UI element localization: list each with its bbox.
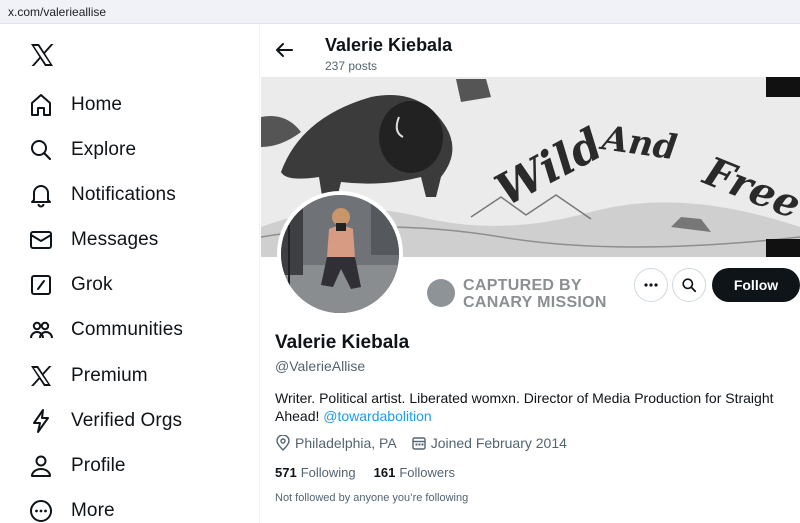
page-title: Valerie Kiebala: [325, 35, 453, 55]
search-icon: [31, 140, 52, 161]
not-followed-note: Not followed by anyone you’re following: [275, 492, 469, 504]
followers-count: 161: [373, 465, 396, 480]
sidebar-item-communities[interactable]: Communities: [18, 310, 248, 350]
profile-main: Valerie Kiebala 237 posts Wild And Free: [261, 25, 800, 523]
browser-address-bar[interactable]: x.com/valerieallise: [0, 0, 800, 24]
url-text[interactable]: x.com/valerieallise: [8, 5, 106, 19]
sidebar-item-notifications[interactable]: Notifications: [18, 175, 248, 215]
sidebar-item-label: Verified Orgs: [71, 410, 183, 431]
person-icon: [31, 455, 51, 477]
people-icon: [30, 321, 53, 339]
post-count: 237 posts: [325, 59, 378, 73]
canary-bird-icon: [427, 279, 455, 307]
sidebar-item-more[interactable]: More: [18, 491, 248, 523]
bell-icon: [31, 185, 51, 208]
sidebar-item-label: Messages: [71, 229, 159, 250]
profile-name: Valerie Kiebala: [275, 332, 410, 353]
followers-label: Followers: [399, 465, 455, 480]
sidebar-item-home[interactable]: Home: [18, 85, 248, 125]
grok-icon: [31, 275, 51, 295]
sidebar-item-verified-orgs[interactable]: Verified Orgs: [18, 401, 248, 441]
ellipsis-icon: [644, 283, 658, 287]
profile-handle: @ValerieAllise: [275, 358, 366, 374]
canary-mission-watermark: CAPTURED BY CANARY MISSION: [427, 275, 627, 313]
avatar[interactable]: [277, 191, 403, 317]
x-logo-icon: [31, 366, 52, 386]
more-options-button[interactable]: [634, 268, 668, 302]
back-arrow-icon[interactable]: [273, 39, 295, 61]
profile-header-bar: Valerie Kiebala 237 posts: [261, 25, 800, 77]
location-pin-icon: [276, 435, 290, 451]
sidebar-item-label: Explore: [71, 139, 137, 160]
sidebar-item-grok[interactable]: Grok: [18, 265, 248, 305]
following-label: Following: [300, 465, 356, 480]
sidebar-item-label: Premium: [71, 365, 148, 386]
envelope-icon: [30, 231, 52, 249]
sidebar-item-explore[interactable]: Explore: [18, 130, 248, 170]
bio-mention-link[interactable]: @towardabolition: [323, 408, 431, 424]
following-link[interactable]: 571 Following: [275, 465, 356, 480]
calendar-icon: [412, 437, 426, 450]
sidebar: Home Explore Notifications Messages Grok…: [0, 25, 260, 523]
profile-location: Philadelphia, PA: [295, 435, 397, 451]
sidebar-item-label: Grok: [71, 274, 113, 295]
follow-stats: 571 Following 161 Followers: [275, 465, 473, 480]
sidebar-item-label: Home: [71, 94, 123, 115]
sidebar-item-label: Profile: [71, 455, 126, 476]
profile-joined-date: Joined February 2014: [430, 435, 567, 451]
sidebar-item-profile[interactable]: Profile: [18, 446, 248, 486]
profile-bio: Writer. Political artist. Liberated womx…: [275, 389, 795, 425]
sidebar-item-label: Communities: [71, 319, 183, 340]
more-circle-icon: [30, 500, 52, 522]
following-count: 571: [275, 465, 297, 480]
follow-button[interactable]: Follow: [712, 268, 800, 302]
search-icon: [682, 278, 697, 293]
profile-meta: Philadelphia, PA Joined February 2014: [275, 435, 567, 451]
search-profile-button[interactable]: [672, 268, 706, 302]
sidebar-item-label: Notifications: [71, 184, 176, 205]
sidebar-item-label: More: [71, 500, 115, 521]
followers-link[interactable]: 161 Followers: [374, 465, 455, 480]
sidebar-item-messages[interactable]: Messages: [18, 220, 248, 260]
sidebar-item-premium[interactable]: Premium: [18, 356, 248, 396]
x-logo-icon[interactable]: [28, 41, 56, 69]
home-icon: [31, 94, 51, 116]
lightning-icon: [33, 409, 49, 433]
avatar-photo: [281, 195, 399, 313]
